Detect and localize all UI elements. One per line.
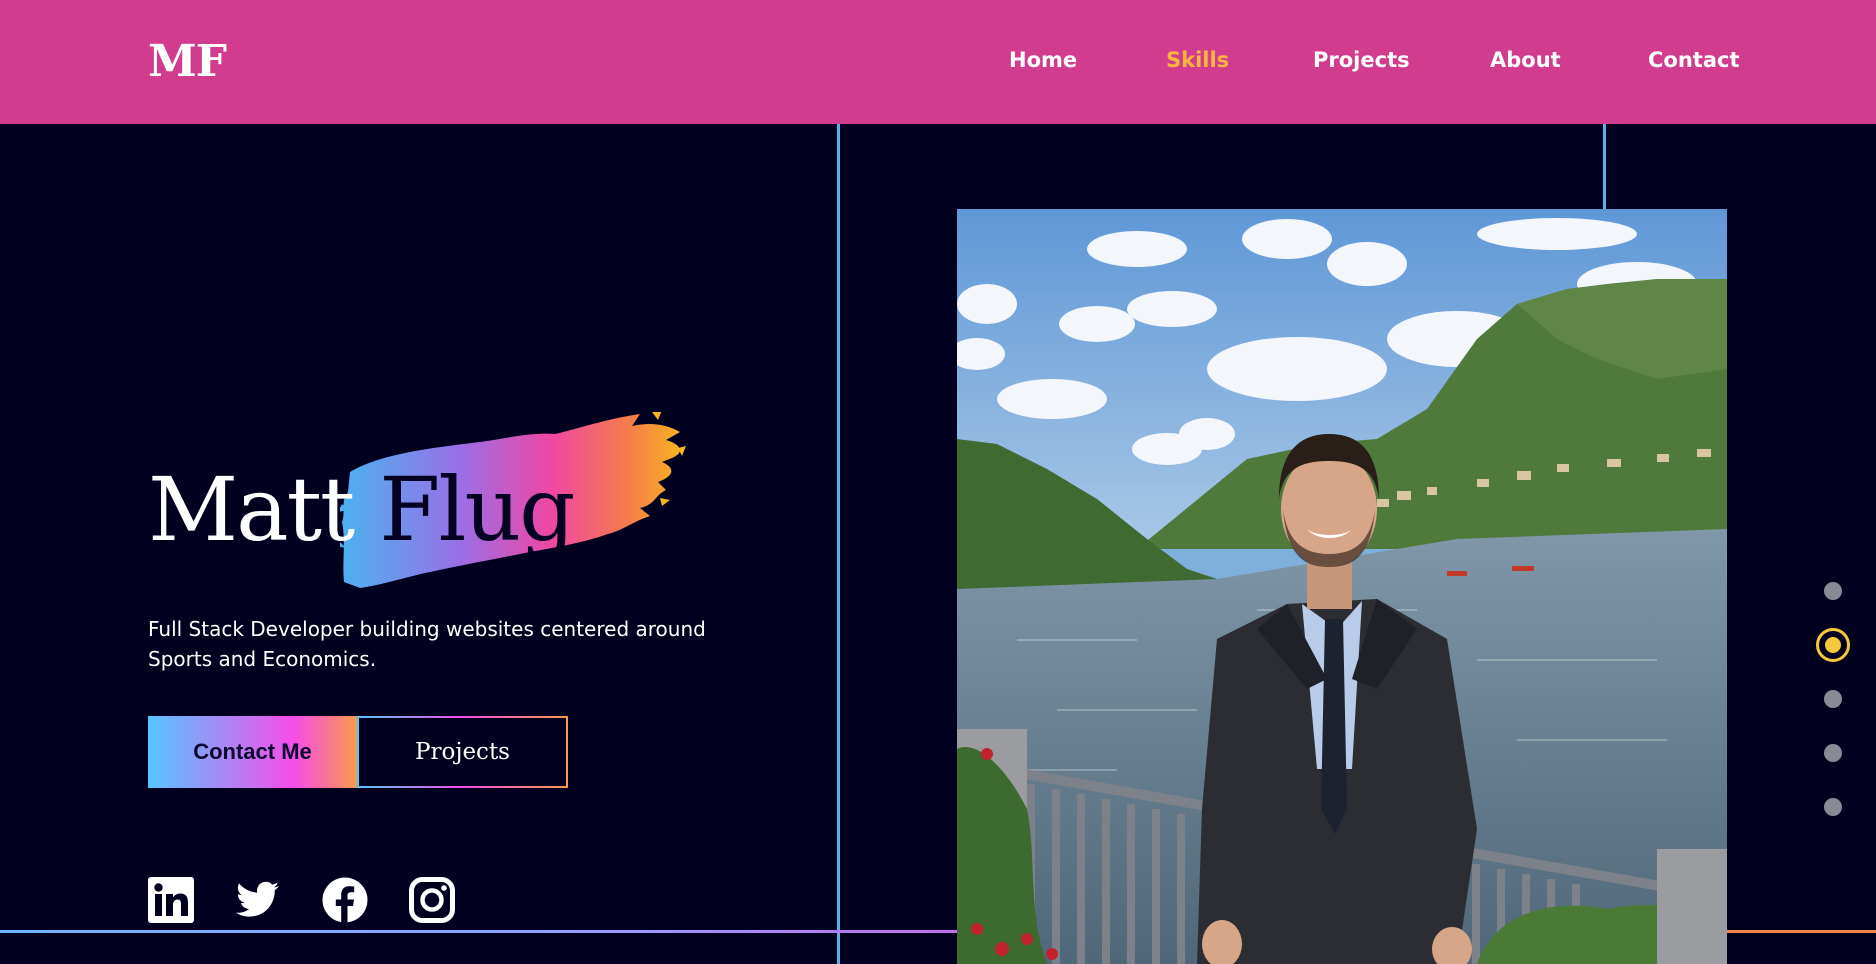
page-dot[interactable] — [1824, 798, 1842, 816]
nav-home[interactable]: Home — [1009, 48, 1077, 72]
last-name: Flug — [379, 458, 575, 561]
instagram-icon[interactable] — [409, 877, 455, 923]
divider-line — [0, 930, 957, 933]
first-name: Matt — [148, 458, 355, 561]
nav-contact[interactable]: Contact — [1648, 48, 1740, 72]
facebook-icon[interactable] — [322, 877, 368, 923]
page-dot[interactable] — [1824, 744, 1842, 762]
page-dot-active[interactable] — [1816, 628, 1850, 662]
hero-name: Matt Flug — [148, 455, 576, 565]
page-dot[interactable] — [1824, 582, 1842, 600]
twitter-icon[interactable] — [235, 877, 281, 923]
profile-photo — [957, 209, 1727, 964]
contact-me-button[interactable]: Contact Me — [148, 716, 357, 788]
page-dot[interactable] — [1824, 690, 1842, 708]
divider-line — [1727, 930, 1876, 933]
hero-tagline: Full Stack Developer building websites c… — [148, 617, 706, 671]
divider-line — [837, 124, 840, 964]
nav-skills[interactable]: Skills — [1166, 48, 1229, 72]
nav-about[interactable]: About — [1490, 48, 1561, 72]
site-header: MF Home Skills Projects About Contact — [0, 0, 1876, 124]
linkedin-icon[interactable] — [148, 877, 194, 923]
projects-button[interactable]: Projects — [357, 716, 568, 788]
nav-projects[interactable]: Projects — [1313, 48, 1410, 72]
divider-line — [1603, 124, 1606, 210]
logo[interactable]: MF — [148, 36, 227, 87]
